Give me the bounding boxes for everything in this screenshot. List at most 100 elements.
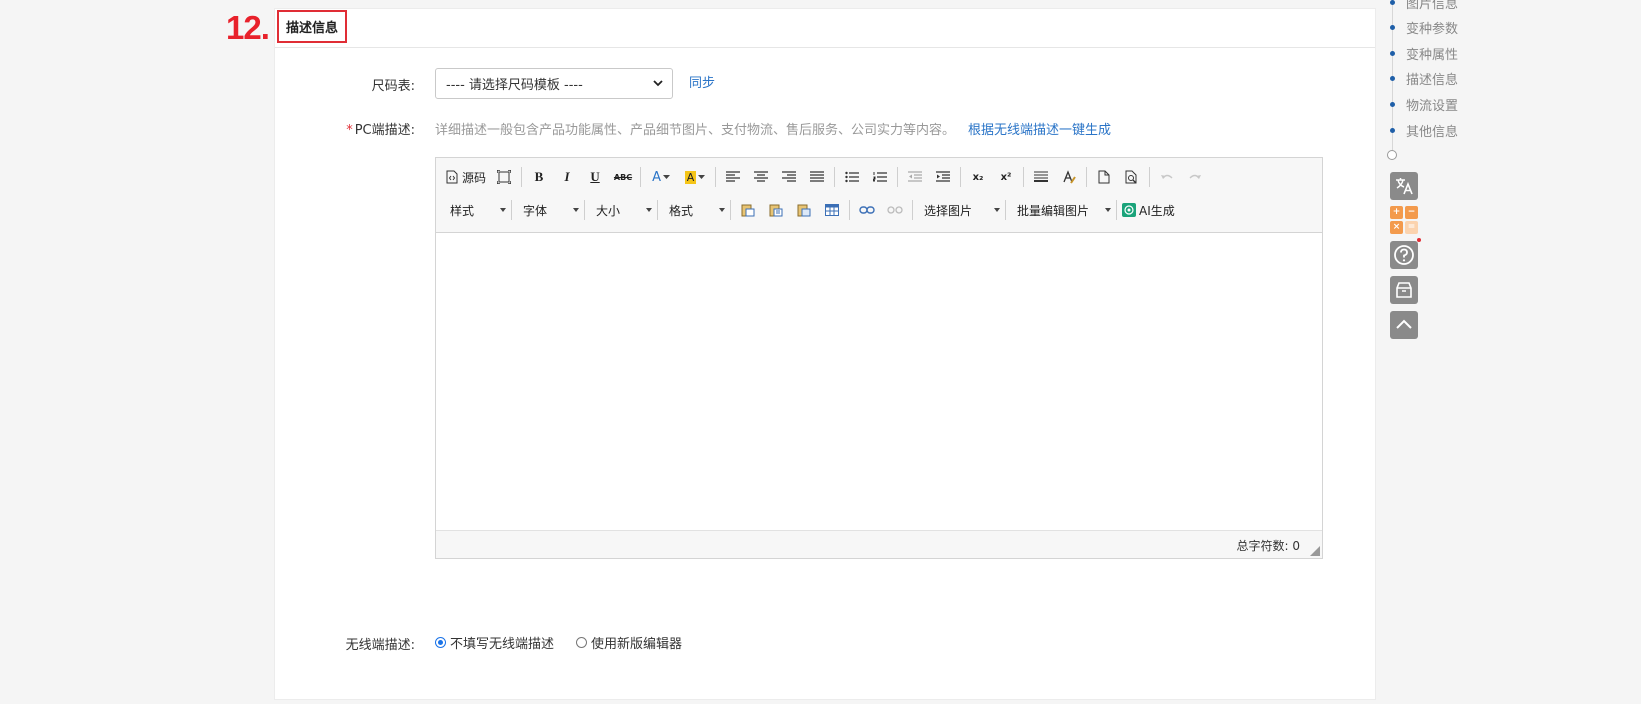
fullscreen-icon [497, 170, 512, 184]
numbered-list-button[interactable] [868, 165, 892, 189]
toolbar-separator [511, 200, 512, 220]
align-right-icon [782, 171, 797, 182]
clear-format-icon [1063, 170, 1076, 184]
nav-item-label: 图片信息 [1406, 0, 1459, 12]
align-left-button[interactable] [721, 165, 745, 189]
toolbar-separator [912, 200, 913, 220]
toolbar-separator [521, 167, 523, 187]
link-icon [859, 206, 875, 214]
nav-item-variant-params[interactable]: 变种参数 [1384, 18, 1458, 37]
caret-down-icon [719, 208, 725, 212]
toolbar-separator [1023, 167, 1025, 187]
table-button[interactable] [820, 198, 844, 222]
back-to-top-button[interactable] [1390, 311, 1418, 339]
bullet-list-button[interactable] [840, 165, 864, 189]
style-dropdown[interactable]: 样式 [444, 198, 510, 222]
nav-bullet [1390, 101, 1395, 107]
indent-button[interactable] [931, 165, 955, 189]
calculator-icon: + − × = [1390, 206, 1418, 234]
font-size-dropdown[interactable]: 大小 [590, 198, 656, 222]
font-dropdown-label: 字体 [523, 203, 548, 218]
paste-button[interactable] [736, 198, 760, 222]
sync-link[interactable]: 同步 [689, 72, 715, 91]
document-icon [1098, 170, 1110, 184]
new-document-button[interactable] [1092, 165, 1116, 189]
batch-edit-image-dropdown[interactable]: 批量编辑图片 [1011, 198, 1115, 222]
strikethrough-button[interactable]: ABC [611, 165, 635, 189]
preview-button[interactable] [1120, 165, 1144, 189]
align-center-button[interactable] [749, 165, 773, 189]
justify-button[interactable] [805, 165, 829, 189]
size-chart-select-value: ---- 请选择尺码模板 ---- [446, 78, 583, 93]
font-color-button[interactable]: A [646, 165, 676, 189]
clear-format-button[interactable] [1057, 165, 1081, 189]
unlink-button[interactable] [883, 198, 907, 222]
toolbar-separator [657, 200, 658, 220]
superscript-button[interactable]: x² [994, 165, 1018, 189]
nav-item-label: 变种属性 [1406, 47, 1459, 63]
radio-use-new-editor[interactable]: 使用新版编辑器 [576, 633, 682, 652]
nav-item-label: 物流设置 [1406, 98, 1459, 114]
paste-text-icon [769, 204, 783, 217]
font-family-dropdown[interactable]: 字体 [517, 198, 583, 222]
paste-text-button[interactable] [764, 198, 788, 222]
nav-item-label: 其他信息 [1406, 124, 1459, 140]
horizontal-rule-button[interactable] [1029, 165, 1053, 189]
toolbar-separator [1086, 167, 1088, 187]
pc-description-hint: 详细描述一般包含产品功能属性、产品细节图片、支付物流、售后服务、公司实力等内容。 [435, 123, 956, 138]
editor-content-area[interactable] [436, 233, 1322, 530]
toolbar-row-2: 样式 字体 大小 格式 选择图片 批量编辑图片 AI生成 [444, 197, 1314, 223]
ai-generate-button[interactable]: AI生成 [1122, 198, 1175, 222]
size-chart-select[interactable]: ---- 请选择尺码模板 ---- [435, 68, 673, 99]
toolbar-separator [849, 200, 850, 220]
toolbar-separator [897, 167, 899, 187]
required-mark: * [346, 123, 353, 138]
translate-button[interactable] [1390, 172, 1418, 200]
nav-item-image-info[interactable]: 图片信息 [1384, 0, 1459, 12]
undo-button[interactable] [1155, 165, 1179, 189]
nav-item-variant-attributes[interactable]: 变种属性 [1384, 44, 1459, 63]
background-color-button[interactable]: A [680, 165, 710, 189]
subscript-button[interactable]: x₂ [966, 165, 990, 189]
back-to-top-icon [1396, 319, 1412, 329]
fullscreen-button[interactable] [492, 165, 516, 189]
nav-item-other-info[interactable]: 其他信息 [1384, 121, 1459, 140]
section-title: 描述信息 [277, 10, 347, 43]
paste-word-button[interactable] [792, 198, 816, 222]
section-header: 描述信息 [275, 9, 1375, 48]
select-image-dropdown[interactable]: 选择图片 [918, 198, 1004, 222]
radio-no-wireless-description[interactable]: 不填写无线端描述 [435, 633, 554, 652]
ai-logo-icon [1122, 203, 1136, 217]
resize-handle-icon[interactable] [1310, 546, 1320, 556]
outdent-button[interactable] [903, 165, 927, 189]
horizontal-rule-icon [1034, 171, 1049, 182]
style-dropdown-label: 样式 [450, 203, 475, 218]
underline-button[interactable]: U [583, 165, 607, 189]
toolbar-separator [715, 167, 717, 187]
italic-button[interactable]: I [555, 165, 579, 189]
help-icon [1394, 245, 1414, 265]
link-button[interactable] [855, 198, 879, 222]
char-count: 总字符数: 0 [1236, 537, 1300, 554]
align-right-button[interactable] [777, 165, 801, 189]
generate-from-wireless-link[interactable]: 根据无线端描述一键生成 [968, 119, 1111, 138]
wireless-description-label: 无线端描述: [345, 638, 415, 653]
help-button[interactable] [1390, 238, 1421, 269]
format-dropdown[interactable]: 格式 [663, 198, 729, 222]
redo-button[interactable] [1183, 165, 1207, 189]
toolbar-row-1: 源码 B I U ABC A A x₂ x² [444, 164, 1314, 190]
caret-down-icon [1105, 208, 1111, 212]
align-left-icon [726, 171, 741, 182]
nav-item-logistics-settings[interactable]: 物流设置 [1384, 95, 1459, 114]
preview-icon [1125, 170, 1137, 184]
nav-item-description-info[interactable]: 描述信息 [1384, 69, 1458, 88]
archive-button[interactable] [1390, 276, 1418, 304]
toolbar-separator [834, 167, 836, 187]
calculator-button[interactable]: + − × = [1390, 206, 1418, 234]
notification-dot [1417, 238, 1421, 242]
source-button[interactable]: 源码 [444, 165, 488, 189]
outdent-icon [908, 171, 923, 182]
bold-button[interactable]: B [527, 165, 551, 189]
caret-down-icon [662, 174, 670, 179]
description-section-card: 描述信息 尺码表: ---- 请选择尺码模板 ---- 同步 * PC端描述: 详… [274, 8, 1376, 700]
